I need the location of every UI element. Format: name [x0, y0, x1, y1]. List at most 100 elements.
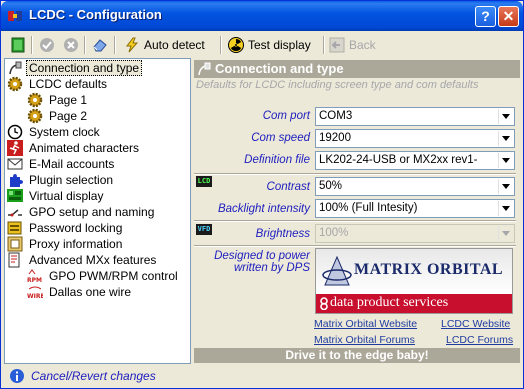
back-arrow-icon	[329, 37, 345, 53]
running-man-icon	[7, 140, 23, 156]
settings-tree[interactable]: Connection and type LCDC defaults Page 1…	[4, 58, 191, 364]
tree-item-advanced-mxx[interactable]: Advanced MXx features	[7, 252, 159, 268]
tree-item-virtual-display[interactable]: Virtual display	[7, 188, 106, 204]
test-display-label: Test display	[248, 38, 311, 52]
gear-icon	[27, 108, 43, 124]
close-icon: ✕	[502, 8, 515, 24]
toolbar-separator	[114, 36, 116, 54]
matrix-orbital-emblem-icon	[322, 255, 352, 286]
cancel-icon	[64, 38, 78, 52]
com-speed-label: Com speed	[251, 132, 310, 144]
chevron-down-icon	[498, 226, 513, 241]
gear-icon	[7, 76, 23, 92]
brightness-label: Brightness	[255, 228, 310, 240]
tree-item-gpo-setup[interactable]: GPO setup and naming	[7, 204, 157, 220]
test-display-button[interactable]: Test display	[228, 35, 311, 55]
chevron-down-icon[interactable]	[498, 109, 513, 124]
definition-file-select[interactable]: LK202-24-USB or MX2xx rev1-	[315, 151, 515, 170]
svg-text:WIRE: WIRE	[27, 293, 43, 300]
tree-item-dallas-one-wire[interactable]: WIRE Dallas one wire	[27, 284, 134, 300]
lcdc-website-link[interactable]: LCDC Website	[441, 318, 510, 330]
contrast-label: Contrast	[266, 181, 310, 193]
brightness-select: 100%	[315, 224, 515, 243]
chevron-down-icon[interactable]	[498, 179, 513, 194]
slogan-text: Drive it to the edge baby!	[285, 348, 429, 362]
tree-item-proxy-information[interactable]: Proxy information	[7, 236, 125, 252]
matrix-orbital-website-link[interactable]: Matrix Orbital Website	[314, 318, 417, 330]
rpm-icon: RPM	[27, 268, 43, 284]
tree-item-plugin-selection[interactable]: Plugin selection	[7, 172, 116, 188]
tree-item-gpo-pwm[interactable]: RPM GPO PWM/RPM control	[27, 268, 181, 284]
envelope-icon	[7, 158, 23, 170]
chevron-down-icon[interactable]	[498, 201, 513, 216]
svg-text:RPM: RPM	[27, 277, 42, 284]
auto-detect-label: Auto detect	[144, 38, 205, 52]
logo-text: MATRIX ORBITAL	[354, 261, 504, 278]
chevron-down-icon[interactable]	[498, 131, 513, 146]
back-button[interactable]: Back	[329, 35, 376, 55]
chevron-down-icon[interactable]	[498, 153, 513, 168]
config-window: LCDC - Configuration ? ✕ Auto detect Tes…	[0, 0, 524, 389]
help-icon: ?	[481, 8, 490, 24]
window-title: LCDC - Configuration	[29, 7, 162, 22]
toolbar-separator	[220, 36, 222, 54]
eraser-button[interactable]	[92, 35, 108, 55]
app-icon	[8, 11, 22, 21]
plug-icon	[9, 61, 22, 75]
tree-item-system-clock[interactable]: System clock	[7, 124, 103, 140]
tree-item-page-1[interactable]: Page 1	[27, 92, 90, 108]
proxy-icon	[7, 236, 23, 252]
help-button[interactable]: ?	[475, 6, 496, 27]
dps-logo[interactable]: MATRIX ORBITAL data product services	[315, 248, 513, 314]
definition-file-label: Definition file	[244, 154, 310, 166]
tree-item-connection[interactable]: Connection and type	[7, 60, 143, 76]
toolbar: Auto detect Test display Back	[4, 32, 520, 58]
gear-icon	[27, 92, 43, 108]
panel-description: Defaults for LCDC including screen type …	[196, 79, 479, 91]
vfd-badge: VFD	[196, 224, 212, 235]
tree-item-password-locking[interactable]: Password locking	[7, 220, 125, 236]
matrix-orbital-forums-link[interactable]: Matrix Orbital Forums	[314, 334, 415, 346]
close-button[interactable]: ✕	[498, 6, 519, 27]
check-icon	[40, 38, 54, 52]
green-panel-icon	[11, 37, 25, 53]
auto-detect-button[interactable]: Auto detect	[124, 35, 205, 55]
lock-icon	[7, 221, 22, 235]
backlight-select[interactable]: 100% (Full Intesity)	[315, 199, 515, 218]
dps-text: data product services	[330, 295, 449, 310]
info-icon	[10, 369, 24, 383]
toolbar-separator	[323, 36, 325, 54]
settings-panel: Connection and type Defaults for LCDC in…	[194, 58, 520, 364]
panel-title: Connection and type	[215, 61, 344, 76]
com-port-select[interactable]: COM3	[315, 107, 515, 126]
clock-icon	[7, 124, 23, 140]
switch-icon	[8, 209, 22, 217]
slogan-bar: Drive it to the edge baby!	[194, 348, 520, 363]
toolbar-separator	[84, 36, 86, 54]
back-label: Back	[349, 38, 376, 52]
status-bar: Cancel/Revert changes	[4, 366, 520, 386]
com-speed-select[interactable]: 19200	[315, 129, 515, 148]
divider	[194, 245, 516, 247]
divider	[194, 173, 516, 175]
cancel-button[interactable]	[63, 35, 79, 55]
lcd-badge: LCD	[196, 176, 212, 187]
tree-item-animated-characters[interactable]: Animated characters	[7, 140, 142, 156]
advanced-icon	[8, 252, 20, 268]
contrast-select[interactable]: 50%	[315, 177, 515, 196]
tree-item-lcdc-defaults[interactable]: LCDC defaults	[7, 76, 110, 92]
tree-item-email-accounts[interactable]: E-Mail accounts	[7, 156, 117, 172]
eraser-icon	[93, 39, 107, 52]
wire-icon: WIRE	[27, 284, 43, 300]
radiation-icon	[228, 37, 244, 53]
title-bar[interactable]: LCDC - Configuration ? ✕	[1, 1, 523, 31]
dps-emblem-icon	[320, 297, 328, 310]
apply-button[interactable]	[39, 35, 55, 55]
plug-icon	[198, 62, 211, 76]
divider	[194, 220, 516, 222]
lcdc-forums-link[interactable]: LCDC Forums	[446, 334, 513, 346]
tree-item-page-2[interactable]: Page 2	[27, 108, 90, 124]
lightning-icon	[126, 37, 139, 53]
panel-header: Connection and type	[194, 60, 520, 78]
green-panel-button[interactable]	[10, 35, 26, 55]
